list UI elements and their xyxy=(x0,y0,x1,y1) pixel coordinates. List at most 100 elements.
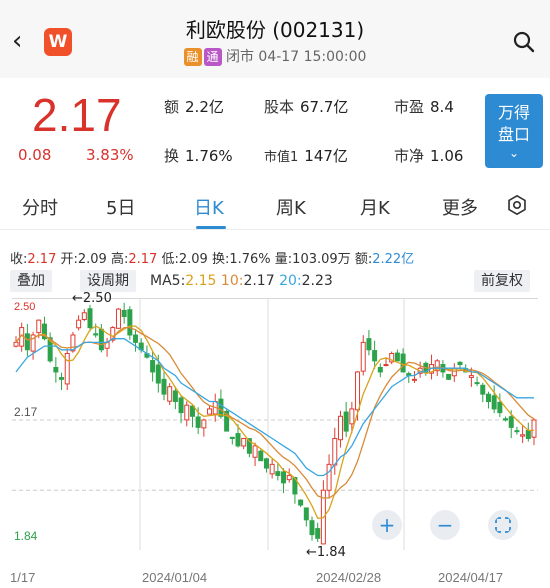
high-annotation: ←2.50 xyxy=(72,292,112,306)
candle-body xyxy=(172,390,178,403)
tab-monthly-k[interactable]: 月K xyxy=(360,194,390,220)
candle-body xyxy=(372,350,378,362)
candle-body xyxy=(155,364,161,384)
candle-body xyxy=(161,378,167,395)
order-book-label-2: 盘口 xyxy=(497,125,530,144)
candle-body xyxy=(115,308,121,329)
tab-daily-k[interactable]: 日K xyxy=(194,194,224,220)
candle-body xyxy=(503,418,509,421)
candle-body xyxy=(298,499,304,506)
set-period-button[interactable]: 设周期 xyxy=(80,270,136,292)
x-axis-label: 1/17 xyxy=(10,570,35,585)
search-icon[interactable] xyxy=(512,30,536,54)
wind-order-book-button[interactable]: 万得 盘口 ⌄ xyxy=(485,94,543,168)
candle-body xyxy=(275,471,281,476)
candle-body xyxy=(24,333,30,351)
candle-body xyxy=(241,437,247,447)
ma-readout: MA5:2.15 10:2.17 20:2.23 xyxy=(150,273,333,289)
candle-body xyxy=(64,352,70,385)
candle-body xyxy=(309,520,315,536)
candle-body xyxy=(258,450,264,462)
y-axis-label-mid: 2.17 xyxy=(14,405,38,419)
candle-body xyxy=(76,319,82,329)
candle-body xyxy=(252,445,258,458)
price-change: 0.08 xyxy=(18,146,52,164)
candle-body xyxy=(485,393,491,403)
active-tab-indicator xyxy=(196,226,226,229)
low-annotation: ←1.84 xyxy=(306,545,346,560)
candle-body xyxy=(218,398,224,417)
candle-body xyxy=(286,474,292,481)
candle-body xyxy=(127,309,133,336)
candle-body xyxy=(53,367,59,373)
candle-body xyxy=(366,338,372,351)
candle-body xyxy=(520,434,526,437)
candle-body xyxy=(337,415,343,441)
candle-body xyxy=(87,308,93,329)
candle-body xyxy=(121,309,127,317)
tab-intraday[interactable]: 分时 xyxy=(22,194,58,220)
order-book-label-1: 万得 xyxy=(497,103,530,122)
candle-body xyxy=(184,404,190,421)
candle-body xyxy=(468,375,474,378)
tab-more[interactable]: 更多 xyxy=(442,194,478,220)
tab-weekly-k[interactable]: 周K xyxy=(276,194,306,220)
candle-body xyxy=(400,353,406,373)
x-axis-label: 2024/01/04 xyxy=(142,570,207,585)
candle-body xyxy=(93,333,99,336)
chevron-down-icon: ⌄ xyxy=(508,146,520,160)
candle-body xyxy=(195,416,201,428)
top-bar: ‹ W 利欧股份 (002131) 融通 闭市 04-17 15:00:00 xyxy=(0,0,550,78)
fullscreen-icon[interactable] xyxy=(488,510,518,540)
candle-body xyxy=(178,397,184,414)
market-status-line: 融通 闭市 04-17 15:00:00 xyxy=(0,46,550,66)
adjust-price-button[interactable]: 前复权 xyxy=(474,270,530,292)
zoom-in-icon[interactable]: + xyxy=(372,510,402,540)
candle-body xyxy=(377,366,383,373)
candle-body xyxy=(514,430,520,433)
settings-icon[interactable] xyxy=(506,194,528,216)
kline-svg[interactable]: 2.50 2.17 1.84 ←2.50 ←1.84 1/17 2024/01/04 2024… xyxy=(0,291,550,588)
x-axis-label: 2024/04/17 xyxy=(438,570,503,585)
candle-body xyxy=(229,436,235,439)
candle-body xyxy=(497,401,503,414)
y-axis-label-high: 2.50 xyxy=(14,301,35,313)
stat-turnover: 换 1.76% xyxy=(164,147,233,165)
candle-body xyxy=(508,416,514,428)
candle-body xyxy=(281,471,287,484)
candle-body xyxy=(269,463,275,475)
candle-body xyxy=(394,352,400,362)
candle-body xyxy=(133,334,139,343)
candle-body xyxy=(480,384,486,395)
candle-body xyxy=(263,458,269,469)
candle-body xyxy=(474,382,480,385)
zoom-out-icon[interactable]: − xyxy=(430,510,460,540)
ma10-line xyxy=(15,326,535,499)
ma20-line xyxy=(15,338,534,477)
stat-amount: 额 2.2亿 xyxy=(164,98,224,116)
candle-body xyxy=(315,528,321,539)
candle-body xyxy=(81,312,87,320)
stat-pb: 市净 1.06 xyxy=(394,147,464,165)
quote-summary: 2.17 0.08 3.83% 额 2.2亿 股本 67.7亿 市盈 8.4 换 1.7… xyxy=(0,78,550,178)
stat-shares: 股本 67.7亿 xyxy=(264,98,349,116)
candle-body xyxy=(235,433,241,447)
candle-body xyxy=(531,419,537,438)
candle-body xyxy=(167,386,173,402)
candle-body xyxy=(201,419,207,429)
ohlc-readout: 收:2.17 开:2.09 高:2.17 低:2.09 换:1.76% 量:10… xyxy=(10,252,415,267)
tab-5day[interactable]: 5日 xyxy=(106,194,135,220)
candle-body xyxy=(446,373,452,380)
candle-body xyxy=(36,319,42,334)
candle-body xyxy=(13,341,19,347)
candle-body xyxy=(360,341,366,372)
candle-body xyxy=(349,408,355,425)
candle-body xyxy=(207,408,213,415)
overlay-button[interactable]: 叠加 xyxy=(10,270,52,292)
candle-body xyxy=(303,507,309,521)
candle-body xyxy=(525,429,531,439)
kline-chart[interactable]: 2.50 2.17 1.84 ←2.50 ←1.84 1/17 2024/01/04 2024… xyxy=(0,291,550,588)
price-change-pct: 3.83% xyxy=(86,146,134,164)
connect-badge: 通 xyxy=(203,48,222,66)
stock-title: 利欧股份 (002131) xyxy=(185,18,365,42)
